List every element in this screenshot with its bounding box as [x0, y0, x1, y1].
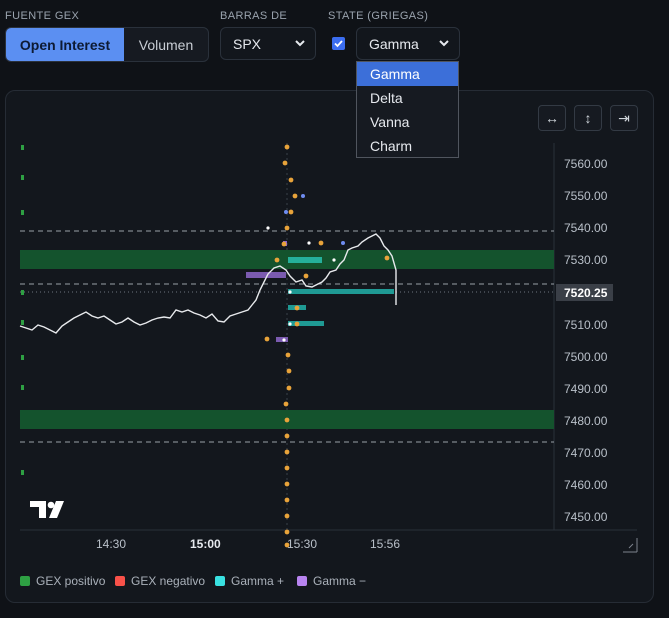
tradingview-logo[interactable]	[30, 501, 64, 518]
price-tick: 7550.00	[564, 189, 608, 203]
time-axis-labels: 14:30 15:00 15:30 15:56	[96, 537, 400, 551]
chart-canvas[interactable]: 7560.00 7550.00 7540.00 7530.00 7510.00 …	[0, 0, 669, 618]
legend-swatch	[115, 576, 125, 586]
legend-label: Gamma −	[313, 574, 367, 588]
legend-swatch	[297, 576, 307, 586]
price-tick: 7560.00	[564, 157, 608, 171]
legend-swatch	[20, 576, 30, 586]
vertical-arrows-icon: ↕	[584, 110, 592, 126]
legend-label: Gamma +	[231, 574, 285, 588]
dropdown-option-gamma[interactable]: Gamma	[357, 62, 458, 86]
time-tick: 15:00	[190, 537, 221, 551]
price-tick: 7480.00	[564, 414, 608, 428]
dropdown-option-charm[interactable]: Charm	[357, 134, 458, 158]
legend-item: Gamma +	[215, 574, 284, 588]
legend-swatch	[215, 576, 225, 586]
dropdown-option-delta[interactable]: Delta	[357, 86, 458, 110]
legend-item: Gamma −	[297, 574, 366, 588]
price-tick: 7500.00	[564, 350, 608, 364]
price-tick: 7540.00	[564, 221, 608, 235]
resize-handle-icon[interactable]	[623, 538, 638, 553]
dropdown-option-vanna[interactable]: Vanna	[357, 110, 458, 134]
price-tick: 7490.00	[564, 382, 608, 396]
horizontal-arrows-icon: ↔	[545, 110, 559, 126]
fit-vertical-button[interactable]: ↕	[574, 105, 602, 131]
legend-item: GEX positivo	[20, 574, 105, 588]
gamma-positive-bar	[288, 289, 394, 294]
gamma-negative-bar	[276, 337, 288, 342]
legend-label: GEX negativo	[131, 574, 206, 588]
gex-dots	[264, 144, 390, 548]
last-price-label: 7520.25	[564, 286, 608, 300]
price-tick: 7470.00	[564, 446, 608, 460]
scroll-right-icon: ⇥	[618, 109, 630, 126]
time-tick: 15:56	[370, 537, 400, 551]
scroll-to-realtime-button[interactable]: ⇥	[610, 105, 638, 131]
state-dropdown-menu: Gamma Delta Vanna Charm	[356, 61, 459, 158]
fit-horizontal-button[interactable]: ↔	[538, 105, 566, 131]
gamma-dots	[284, 194, 345, 245]
price-tick: 7460.00	[564, 478, 608, 492]
time-tick: 14:30	[96, 537, 126, 551]
price-tick: 7510.00	[564, 318, 608, 332]
price-axis-labels: 7560.00 7550.00 7540.00 7530.00 7510.00 …	[564, 157, 608, 524]
gamma-positive-bar	[288, 257, 322, 263]
price-tick: 7530.00	[564, 253, 608, 267]
time-tick: 15:30	[287, 537, 317, 551]
legend-item: GEX negativo	[115, 574, 205, 588]
price-tick: 7450.00	[564, 510, 608, 524]
gex-positive-band	[20, 250, 554, 269]
legend-label: GEX positivo	[36, 574, 106, 588]
gamma-positive-bar	[288, 321, 324, 326]
